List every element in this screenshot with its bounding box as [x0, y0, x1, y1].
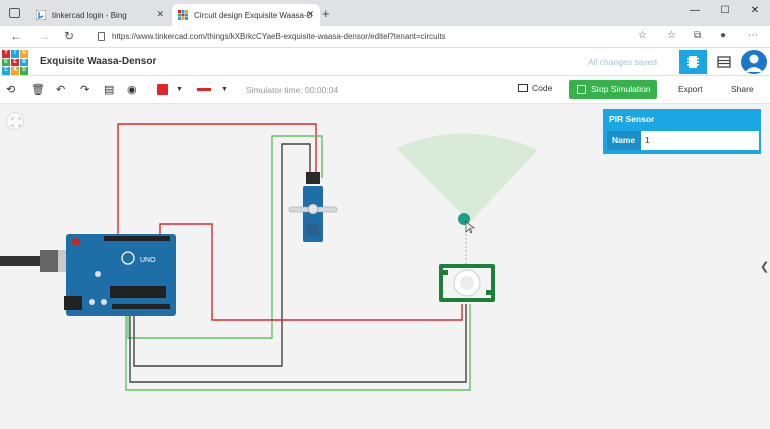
component-list-button[interactable] — [710, 50, 738, 74]
editor-toolbar: ⟲ 🗑 ↶ ↷ ▤ ◉ ▼ ▼ Simulator time: 00:00:04… — [0, 76, 770, 104]
visibility-eye-icon[interactable]: ◉ — [127, 83, 137, 96]
motion-target-dot — [458, 213, 470, 225]
profile-icon[interactable]: ● — [720, 30, 726, 41]
arduino-header-top — [104, 236, 170, 241]
user-avatar-icon — [745, 54, 763, 72]
project-title[interactable]: Exquisite Waasa-Densor — [40, 56, 156, 67]
address-bar: ← → ↻ https://www.tinkercad.com/things/k… — [0, 26, 770, 48]
logo-letter: A — [11, 67, 19, 75]
new-tab-icon[interactable]: + — [322, 6, 330, 21]
close-tab-icon[interactable]: ✕ — [156, 9, 164, 20]
stop-simulation-label: Stop Simulation — [591, 84, 651, 94]
inspector-title: PIR Sensor — [609, 114, 655, 124]
url-field[interactable]: https://www.tinkercad.com/things/kXBrkcC… — [92, 29, 702, 45]
close-window-icon[interactable]: ✕ — [740, 0, 770, 26]
favorite-star-icon[interactable]: ☆ — [638, 30, 647, 41]
simulator-time: Simulator time: 00:00:04 — [246, 85, 339, 95]
arduino-header-bottom — [112, 304, 170, 309]
more-menu-icon[interactable]: ⋯ — [748, 30, 758, 41]
tab-tinkercad[interactable]: Circuit design Exquisite Waasa-D ✕ — [172, 4, 320, 26]
tinkercad-favicon-icon — [178, 10, 188, 20]
delete-icon[interactable]: 🗑 — [31, 83, 45, 96]
chevron-down-icon[interactable]: ▼ — [221, 86, 228, 93]
name-label: Name — [607, 131, 641, 150]
notes-icon[interactable]: ▤ — [104, 83, 114, 96]
code-icon — [518, 84, 528, 92]
arduino-reset-button — [72, 238, 80, 246]
bing-favicon-icon — [36, 10, 46, 20]
arduino-power-jack — [64, 296, 82, 310]
logo-letter: E — [11, 58, 19, 66]
tab-actions-icon[interactable] — [9, 8, 20, 18]
list-icon — [717, 56, 731, 68]
export-button[interactable]: Export — [678, 84, 703, 94]
save-status: All changes saved — [588, 57, 657, 67]
red-wire-servo-power — [117, 123, 317, 240]
close-tab-icon[interactable]: ✕ — [306, 9, 314, 20]
back-icon[interactable]: ← — [10, 29, 22, 43]
chevron-down-icon[interactable]: ▼ — [176, 86, 183, 93]
pir-detection-zone — [396, 133, 538, 222]
minimize-icon[interactable]: — — [680, 0, 710, 26]
favorites-icon[interactable]: ☆ — [667, 30, 676, 41]
maximize-icon[interactable]: ☐ — [710, 0, 740, 26]
logo-letter: N — [20, 50, 28, 58]
wire-color-swatch[interactable] — [157, 84, 168, 95]
green-wire-pir-output — [125, 304, 471, 391]
black-wire-pir-ground — [129, 304, 467, 383]
logo-letter: T — [2, 50, 10, 58]
arduino-board — [66, 234, 176, 316]
breadboard-icon — [687, 56, 699, 68]
logo-letter: K — [2, 58, 10, 66]
tab-title: Circuit design Exquisite Waasa-D — [194, 10, 313, 20]
redo-icon[interactable]: ↷ — [80, 83, 89, 96]
code-label: Code — [532, 83, 553, 93]
stop-simulation-button[interactable]: Stop Simulation — [569, 80, 657, 99]
lock-icon — [98, 32, 105, 41]
servo-shaft — [307, 203, 319, 215]
component-name-input[interactable] — [641, 131, 759, 150]
servo-connector — [306, 172, 320, 184]
logo-letter: R — [20, 58, 28, 66]
share-button[interactable]: Share — [731, 84, 754, 94]
collections-icon[interactable]: ⧉ — [694, 30, 701, 41]
user-avatar[interactable] — [741, 50, 767, 74]
component-inspector: PIR Sensor Name — [603, 109, 761, 154]
logo-letter: C — [2, 67, 10, 75]
arduino-uno-label: UNO — [140, 257, 156, 264]
tab-bing[interactable]: tinkercad login - Bing ✕ — [30, 4, 170, 26]
tinkercad-logo[interactable]: T I N K E R C A D — [2, 50, 28, 75]
code-button[interactable]: Code — [518, 83, 552, 93]
arduino-chip — [110, 286, 166, 298]
url-text: https://www.tinkercad.com/things/kXBrkcC… — [112, 32, 446, 41]
forward-icon[interactable]: → — [38, 29, 50, 43]
arduino-usb-cable — [0, 256, 40, 266]
undo-icon[interactable]: ↶ — [56, 83, 65, 96]
mouse-pointer — [465, 221, 475, 234]
logo-letter: I — [11, 50, 19, 58]
stop-icon — [577, 85, 586, 94]
window-controls: — ☐ ✕ — [680, 0, 770, 26]
app-header: T I N K E R C A D Exquisite Waasa-Densor… — [0, 48, 770, 76]
collapse-panel-chevron-icon[interactable]: ❮ — [760, 260, 769, 273]
browser-tab-bar: tinkercad login - Bing ✕ Circuit design … — [0, 0, 770, 26]
logo-letter: D — [20, 67, 28, 75]
reload-icon[interactable]: ↻ — [64, 29, 74, 43]
rotate-icon[interactable]: ⟲ — [6, 83, 15, 96]
tab-title: tinkercad login - Bing — [52, 10, 127, 20]
wire-type-swatch[interactable] — [197, 88, 211, 91]
circuit-view-button[interactable] — [679, 50, 707, 74]
